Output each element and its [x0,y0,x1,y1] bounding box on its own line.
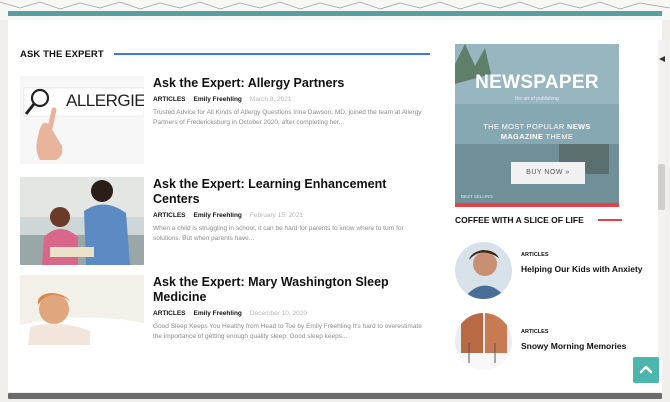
article-excerpt: Good Sleep Keeps You Healthy from Head t… [153,323,422,340]
article-category[interactable]: ARTICLES [153,96,186,103]
article-card[interactable]: Ask the Expert: Mary Washington Sleep Me… [20,275,430,365]
section-header: ASK THE EXPERT [20,48,430,60]
ad-tagline-2-suffix: THEME [543,132,574,141]
section-underline [113,53,430,55]
sidebar-thumbnail[interactable] [455,313,512,370]
section-title: ASK THE EXPERT [20,48,104,60]
sidebar-section-header: COFFEE WITH A SLICE OF LIFE [455,214,655,226]
article-meta: ARTICLES Emily Freehling February 15, 20… [153,212,429,219]
article-title[interactable]: Ask the Expert: Mary Washington Sleep Me… [153,275,429,305]
ad-corner-label: BEST SELLING [461,194,493,199]
article-date: February 15, 2021 [249,212,304,219]
snowy-image [455,313,512,370]
sidebar-article[interactable]: ARTICLES Snowy Morning Memories [455,313,655,373]
ad-tagline-2-bold: MAGAZINE [500,132,544,141]
article-author[interactable]: Emily Freehling [194,310,242,317]
article-meta: ARTICLES Emily Freehling December 10, 20… [153,310,429,317]
sidebar-article-category[interactable]: ARTICLES [521,329,655,335]
article-thumbnail[interactable] [20,177,144,265]
thumbnail-text: ALLERGIES [66,91,144,110]
article-date: March 8, 2021 [249,96,292,103]
article-date: December 10, 2020 [249,310,307,317]
ad-accent-bar [455,203,619,207]
sidebar-article-text: ARTICLES Helping Our Kids with Anxiety [521,252,655,275]
article-meta: ARTICLES Emily Freehling March 8, 2021 [153,96,429,103]
ad-title: NEWSPAPER [475,72,599,93]
back-to-top-button[interactable] [633,357,659,383]
sidebar-article[interactable]: ARTICLES Helping Our Kids with Anxiety [455,242,655,302]
anxiety-image [455,242,512,299]
article-thumbnail[interactable] [20,275,144,363]
article-text: Ask the Expert: Mary Washington Sleep Me… [153,275,429,342]
sleep-image [20,275,144,363]
article-title[interactable]: Ask the Expert: Allergy Partners [153,76,429,91]
ad-tagline: THE MOST POPULAR NEWS [455,122,619,131]
header-divider [8,11,662,16]
chevron-up-icon [639,365,653,374]
article-category[interactable]: ARTICLES [153,212,186,219]
top-decoration [0,0,670,20]
article-text: Ask the Expert: Learning Enhancement Cen… [153,177,429,244]
sidebar-article-title[interactable]: Helping Our Kids with Anxiety [521,264,655,275]
sidebar-section-title: COFFEE WITH A SLICE OF LIFE [455,215,584,225]
bottom-border [8,393,662,399]
sidebar-article-category[interactable]: ARTICLES [521,252,655,258]
buy-now-button[interactable]: BUY NOW » [511,162,585,184]
article-title[interactable]: Ask the Expert: Learning Enhancement Cen… [153,177,429,207]
allergies-image [20,76,144,164]
sidebar-ad[interactable]: NEWSPAPER the art of publishing THE MOST… [455,44,619,207]
article-category[interactable]: ARTICLES [153,310,186,317]
scrollbar-thumb[interactable] [658,164,665,210]
ad-subtitle: the art of publishing [515,96,559,102]
ad-tagline-prefix: THE MOST POPULAR [483,122,568,131]
article-excerpt: When a child is struggling in school, it… [153,225,404,242]
article-author[interactable]: Emily Freehling [194,96,242,103]
sidebar-article-title[interactable]: Snowy Morning Memories [521,341,655,352]
ad-tagline-bold: NEWS [567,122,591,131]
article-thumbnail[interactable]: ALLERGIES [20,76,144,164]
article-author[interactable]: Emily Freehling [194,212,242,219]
sidebar-article-text: ARTICLES Snowy Morning Memories [521,329,655,352]
article-card[interactable]: ALLERGIES Ask the Expert: Allergy Partne… [20,76,430,166]
article-excerpt: Trusted Advice for All Kinds of Allergy … [153,109,422,126]
arrow-left-icon[interactable] [659,56,665,62]
learning-image [20,177,144,265]
sidebar-thumbnail[interactable] [455,242,512,299]
article-card[interactable]: Ask the Expert: Learning Enhancement Cen… [20,177,430,267]
ad-tagline-2: MAGAZINE THEME [455,132,619,141]
article-text: Ask the Expert: Allergy Partners ARTICLE… [153,76,429,128]
sidebar-section-underline [597,219,622,221]
